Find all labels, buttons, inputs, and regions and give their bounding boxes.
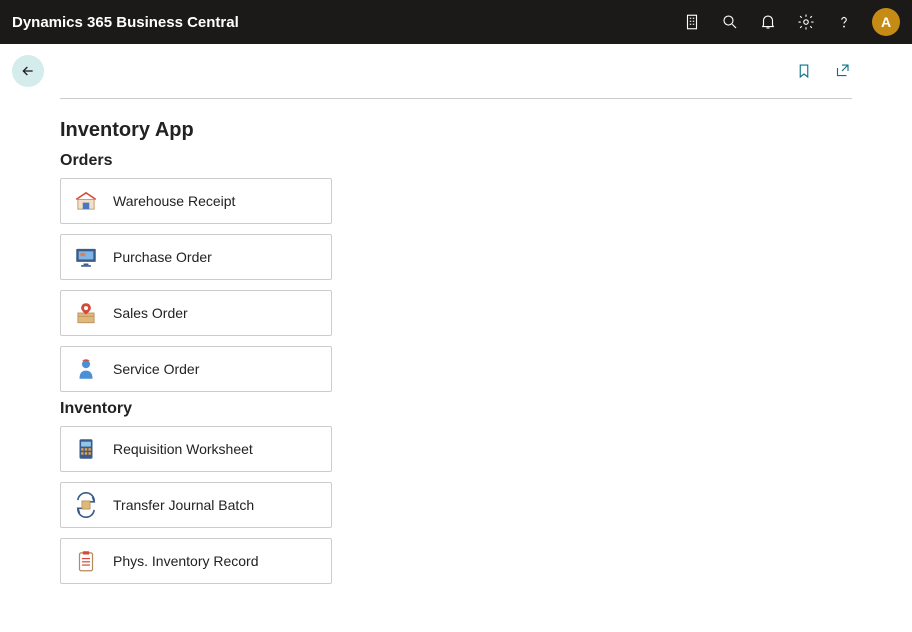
settings-icon[interactable]	[796, 12, 816, 32]
page-right-actions	[794, 61, 852, 81]
app-title: Dynamics 365 Business Central	[12, 14, 239, 31]
app-header: Dynamics 365 Business Central A	[0, 0, 912, 44]
tile-warehouse-receipt[interactable]: Warehouse Receipt	[60, 178, 332, 224]
package-pin-icon	[73, 300, 99, 326]
help-icon[interactable]	[834, 12, 854, 32]
monitor-icon	[73, 244, 99, 270]
tile-label: Sales Order	[113, 305, 188, 321]
search-icon[interactable]	[720, 12, 740, 32]
tile-requisition-worksheet[interactable]: Requisition Worksheet	[60, 426, 332, 472]
popout-icon[interactable]	[832, 61, 852, 81]
tile-sales-order[interactable]: Sales Order	[60, 290, 332, 336]
org-icon[interactable]	[682, 12, 702, 32]
page-title: Inventory App	[60, 119, 852, 142]
section-title-inventory: Inventory	[60, 400, 852, 418]
page-content: Inventory App Orders Warehouse Receipt P…	[0, 99, 912, 604]
tile-purchase-order[interactable]: Purchase Order	[60, 234, 332, 280]
tile-label: Service Order	[113, 361, 199, 377]
section-title-orders: Orders	[60, 152, 852, 170]
page-actions-row	[0, 44, 912, 98]
tile-phys-inventory-record[interactable]: Phys. Inventory Record	[60, 538, 332, 584]
clipboard-icon	[73, 548, 99, 574]
service-person-icon	[73, 356, 99, 382]
bookmark-icon[interactable]	[794, 61, 814, 81]
tile-label: Warehouse Receipt	[113, 193, 235, 209]
inventory-list: Requisition Worksheet Transfer Journal B…	[60, 426, 852, 584]
transfer-icon	[73, 492, 99, 518]
user-avatar[interactable]: A	[872, 8, 900, 36]
tile-label: Purchase Order	[113, 249, 212, 265]
tile-label: Transfer Journal Batch	[113, 497, 254, 513]
header-icon-group: A	[682, 8, 900, 36]
tile-label: Requisition Worksheet	[113, 441, 253, 457]
notifications-icon[interactable]	[758, 12, 778, 32]
tile-label: Phys. Inventory Record	[113, 553, 259, 569]
tile-transfer-journal-batch[interactable]: Transfer Journal Batch	[60, 482, 332, 528]
warehouse-icon	[73, 188, 99, 214]
back-button[interactable]	[12, 55, 44, 87]
orders-list: Warehouse Receipt Purchase Order Sales O…	[60, 178, 852, 392]
tile-service-order[interactable]: Service Order	[60, 346, 332, 392]
calculator-icon	[73, 436, 99, 462]
